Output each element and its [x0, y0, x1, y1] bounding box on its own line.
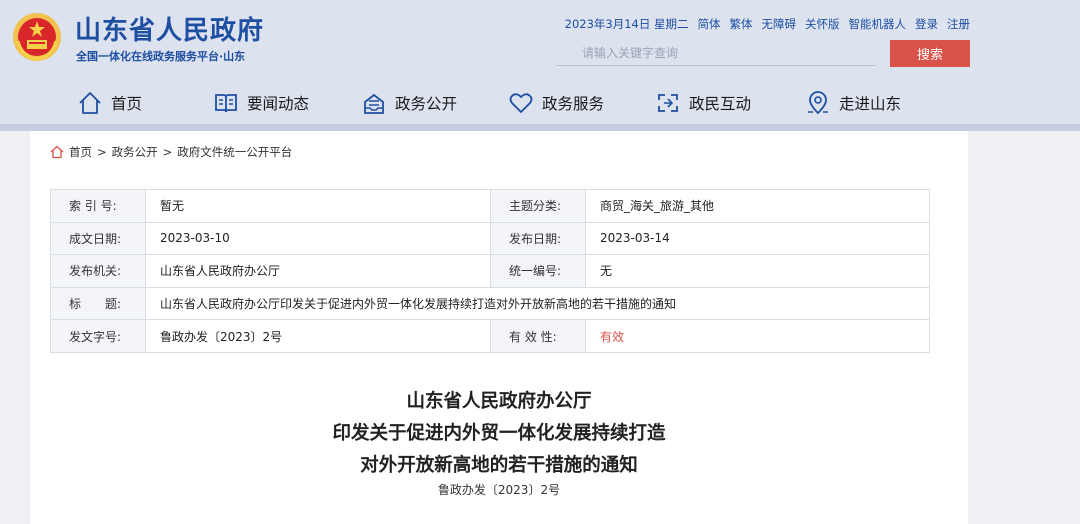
map-pin-icon	[808, 91, 828, 115]
home-icon	[50, 145, 64, 159]
breadcrumb-separator: >	[162, 145, 173, 159]
link-accessibility[interactable]: 无障碍	[762, 16, 797, 32]
meta-value: 暂无	[145, 189, 491, 223]
nav-label: 走进山东	[839, 95, 902, 113]
link-robot[interactable]: 智能机器人	[849, 16, 907, 32]
nav-label: 政务公开	[395, 95, 458, 113]
meta-label: 发布日期:	[490, 221, 586, 256]
link-register[interactable]: 注册	[947, 16, 970, 32]
link-traditional[interactable]: 繁体	[730, 16, 753, 32]
nav-label: 政务服务	[542, 95, 605, 113]
table-row: 发文字号: 鲁政办发〔2023〕2号 有 效 性: 有效	[50, 319, 930, 353]
document-title-line-2: 印发关于促进内外贸一体化发展持续打造	[332, 423, 666, 444]
document-title-line-3: 对外开放新高地的若干措施的通知	[360, 455, 638, 476]
document-title-line-1: 山东省人民政府办公厅	[406, 391, 592, 412]
nav-label: 首页	[111, 95, 143, 113]
meta-label: 成文日期:	[50, 221, 146, 256]
national-emblem-icon[interactable]	[12, 11, 62, 63]
home-icon	[79, 92, 101, 114]
breadcrumb-separator: >	[97, 145, 107, 159]
meta-value: 山东省人民政府办公厅	[145, 254, 491, 288]
nav-item-news[interactable]: 要闻动态	[213, 86, 309, 120]
meta-value: 2023-03-14	[585, 221, 930, 256]
current-date: 2023年3月14日 星期二	[564, 17, 689, 31]
site-subtitle: 全国一体化在线政务服务平台·山东	[76, 50, 246, 63]
meta-label: 主题分类:	[490, 189, 586, 223]
nav-label: 政民互动	[689, 95, 752, 113]
meta-label: 索 引 号:	[50, 189, 146, 223]
breadcrumb-doc-platform[interactable]: 政府文件统一公开平台	[177, 144, 292, 160]
meta-value: 山东省人民政府办公厅印发关于促进内外贸一体化发展持续打造对外开放新高地的若干措施…	[145, 286, 930, 321]
link-simplified[interactable]: 简体	[698, 16, 721, 32]
search-button[interactable]: 搜索	[890, 40, 970, 67]
meta-value: 鲁政办发〔2023〕2号	[145, 319, 491, 353]
table-row: 成文日期: 2023-03-10 发布日期: 2023-03-14	[50, 221, 930, 256]
document-meta-table: 索 引 号: 暂无 主题分类: 商贸_海关_旅游_其他 成文日期: 2023-0…	[50, 189, 930, 353]
meta-label: 发文字号:	[50, 319, 146, 353]
link-care-mode[interactable]: 关怀版	[805, 16, 840, 32]
breadcrumb-home[interactable]: 首页	[69, 144, 92, 160]
meta-label: 标 题:	[50, 286, 146, 321]
validity-value: 有效	[585, 319, 930, 353]
meta-label: 发布机关:	[50, 254, 146, 288]
nav-item-home[interactable]: 首页	[77, 86, 142, 120]
main-nav: 首页 要闻动态 政务公开 政务服务 政民互动 走进山东	[0, 86, 1080, 120]
table-row: 索 引 号: 暂无 主题分类: 商贸_海关_旅游_其他	[50, 189, 930, 223]
header-divider	[0, 124, 1080, 131]
nav-item-services[interactable]: 政务服务	[508, 86, 604, 120]
inbox-icon	[364, 93, 384, 114]
breadcrumb: 首页 > 政务公开 > 政府文件统一公开平台	[50, 144, 292, 160]
meta-value: 无	[585, 254, 930, 288]
table-row: 标 题: 山东省人民政府办公厅印发关于促进内外贸一体化发展持续打造对外开放新高地…	[50, 286, 930, 321]
nav-label: 要闻动态	[247, 95, 310, 113]
interact-icon	[658, 94, 678, 112]
meta-value: 2023-03-10	[145, 221, 491, 256]
book-icon	[215, 94, 237, 113]
main-content: 首页 > 政务公开 > 政府文件统一公开平台 索 引 号: 暂无 主题分类: 商…	[30, 131, 968, 524]
table-row: 发布机关: 山东省人民政府办公厅 统一编号: 无	[50, 254, 930, 288]
nav-item-gov-open[interactable]: 政务公开	[361, 86, 457, 120]
heart-icon	[509, 93, 533, 114]
site-header: 山东省人民政府 全国一体化在线政务服务平台·山东 2023年3月14日 星期二 …	[0, 0, 1080, 128]
document-number: 鲁政办发〔2023〕2号	[437, 483, 561, 497]
breadcrumb-gov-open[interactable]: 政务公开	[112, 144, 158, 160]
meta-value: 商贸_海关_旅游_其他	[585, 189, 930, 223]
meta-label: 有 效 性:	[490, 319, 586, 353]
nav-item-visit-shandong[interactable]: 走进山东	[805, 86, 901, 120]
link-login[interactable]: 登录	[915, 16, 938, 32]
site-name[interactable]: 山东省人民政府	[75, 10, 264, 47]
search-input[interactable]	[556, 40, 876, 66]
nav-item-interaction[interactable]: 政民互动	[655, 86, 751, 120]
top-links: 2023年3月14日 星期二 简体 繁体 无障碍 关怀版 智能机器人 登录 注册	[565, 16, 970, 32]
meta-label: 统一编号:	[490, 254, 586, 288]
